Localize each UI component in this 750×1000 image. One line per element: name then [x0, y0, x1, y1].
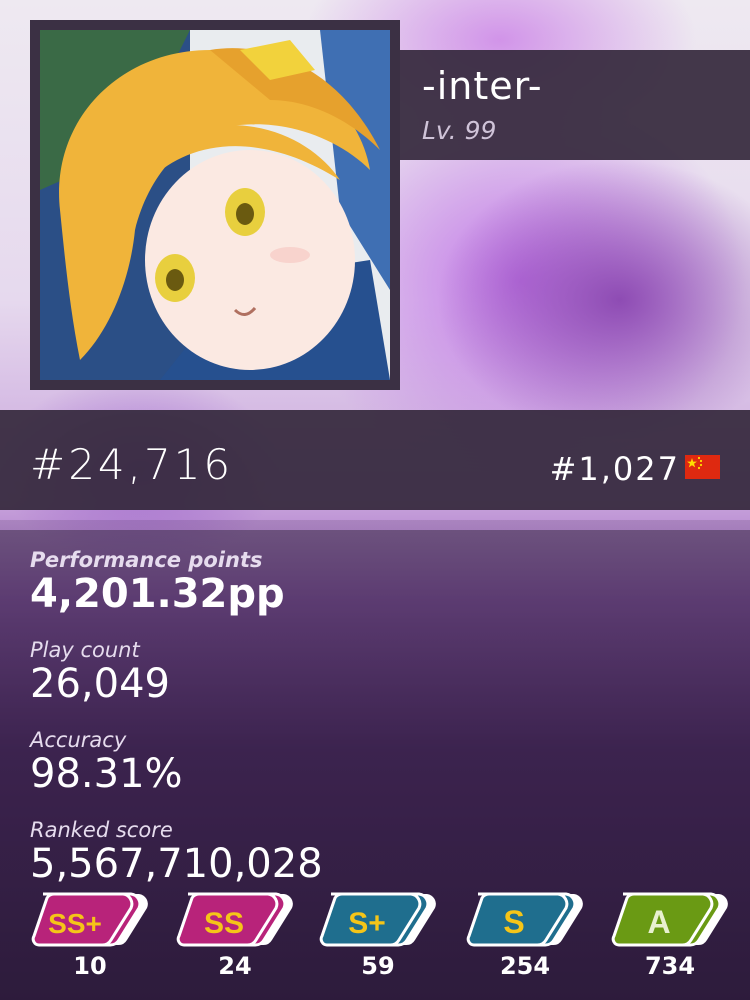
stat-play-count: Play count 26,049: [30, 638, 170, 706]
user-info-panel: -inter- Lv. 99: [400, 50, 750, 160]
grade-ss: SS 24: [175, 890, 295, 990]
grade-ssh: SS+ 10: [30, 890, 150, 990]
grade-ssh-icon: SS+: [31, 892, 148, 947]
pp-value: 4,201.32pp: [30, 571, 285, 617]
playcount-label: Play count: [30, 638, 140, 662]
svg-text:S+: S+: [348, 907, 386, 940]
global-rank: #24,716: [30, 440, 234, 489]
pp-label: Performance points: [30, 548, 263, 572]
stat-accuracy: Accuracy 98.31%: [30, 728, 183, 796]
svg-text:A: A: [647, 904, 670, 940]
svg-text:SS: SS: [204, 907, 244, 940]
accuracy-value: 98.31%: [30, 751, 183, 797]
grade-counts: SS+ 10 SS 24 S+ 59 S 254 A 734: [0, 890, 750, 1000]
grade-sh-count: 59: [361, 952, 395, 980]
stat-ranked-score: Ranked score 5,567,710,028: [30, 818, 323, 886]
rank-panel: #24,716 #1,027: [0, 410, 750, 510]
accuracy-label: Accuracy: [30, 728, 127, 752]
country-rank: #1,027: [549, 450, 680, 488]
grade-ss-count: 24: [218, 952, 252, 980]
china-flag-icon[interactable]: [685, 455, 720, 479]
grade-ss-icon: SS: [176, 892, 293, 947]
playcount-value: 26,049: [30, 661, 170, 707]
grade-a-icon: A: [611, 892, 728, 947]
grade-s-count: 254: [499, 952, 551, 980]
user-level: Lv. 99: [422, 116, 497, 145]
username[interactable]: -inter-: [422, 64, 543, 108]
grade-s: S 254: [465, 890, 585, 990]
grade-ssh-count: 10: [73, 952, 107, 980]
ranked-score-value: 5,567,710,028: [30, 841, 323, 887]
stat-performance-points: Performance points 4,201.32pp: [30, 548, 285, 616]
grade-a-count: 734: [644, 952, 696, 980]
grade-sh: S+ 59: [318, 890, 438, 990]
avatar[interactable]: [30, 20, 400, 390]
grade-s-icon: S: [466, 892, 583, 947]
ranked-score-label: Ranked score: [30, 818, 173, 842]
svg-text:SS+: SS+: [48, 908, 102, 939]
grade-a: A 734: [610, 890, 730, 990]
svg-text:S: S: [503, 904, 524, 940]
avatar-image: [40, 30, 390, 380]
grade-sh-icon: S+: [319, 892, 436, 947]
